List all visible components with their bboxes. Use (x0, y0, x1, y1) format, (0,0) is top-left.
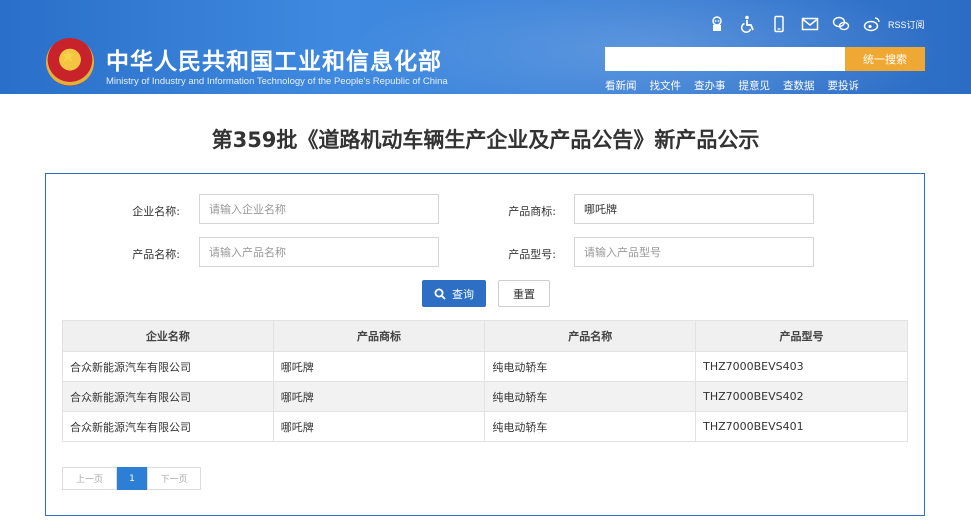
quick-link-feedback[interactable]: 提意见 (739, 78, 771, 93)
quick-link-data[interactable]: 查数据 (783, 78, 815, 93)
cell-brand: 哪吒牌 (272, 351, 486, 382)
accessibility-icon[interactable] (737, 14, 759, 34)
cell-product: 纯电动轿车 (484, 381, 697, 412)
table-row[interactable]: 合众新能源汽车有限公司 哪吒牌 纯电动轿车 THZ7000BEVS401 (62, 411, 908, 442)
product-name-label: 产品名称: (132, 248, 180, 261)
product-model-label: 产品型号: (508, 248, 556, 261)
page-title: 第359批《道路机动车辆生产企业及产品公告》新产品公示 (211, 128, 760, 152)
table-header-row: 企业名称 产品商标 产品名称 产品型号 (62, 320, 908, 352)
page-1-button[interactable]: 1 (117, 467, 147, 490)
cell-model: THZ7000BEVS403 (695, 351, 908, 382)
product-name-input[interactable]: 请输入产品名称 (199, 237, 439, 267)
query-button[interactable]: 查询 (422, 280, 486, 307)
column-header-company[interactable]: 企业名称 (62, 320, 274, 352)
company-name-label: 企业名称: (132, 205, 180, 218)
column-header-model[interactable]: 产品型号 (695, 320, 908, 352)
query-button-label: 查询 (452, 287, 474, 301)
company-name-input[interactable]: 请输入企业名称 (199, 194, 439, 224)
cell-brand: 哪吒牌 (272, 411, 486, 442)
wechat-icon[interactable] (830, 14, 852, 34)
quick-link-complaint[interactable]: 要投诉 (828, 78, 860, 93)
cell-product: 纯电动轿车 (484, 351, 697, 382)
quick-link-services[interactable]: 查办事 (694, 78, 726, 93)
national-emblem-icon[interactable]: ★ (46, 38, 94, 86)
site-header: ★ 中华人民共和国工业和信息化部 Ministry of Industry an… (0, 0, 971, 94)
product-model-input[interactable]: 请输入产品型号 (574, 237, 814, 267)
reset-button[interactable]: 重置 (498, 280, 550, 307)
column-header-product[interactable]: 产品名称 (484, 320, 697, 352)
quick-links: 看新闻 找文件 查办事 提意见 查数据 要投诉 (605, 78, 872, 93)
table-row[interactable]: 合众新能源汽车有限公司 哪吒牌 纯电动轿车 THZ7000BEVS403 (62, 351, 908, 382)
cell-brand: 哪吒牌 (272, 381, 486, 412)
cell-company: 合众新能源汽车有限公司 (62, 381, 274, 412)
next-page-button[interactable]: 下一页 (147, 467, 201, 490)
cell-company: 合众新能源汽车有限公司 (62, 351, 274, 382)
site-search-button[interactable]: 统一搜索 (845, 47, 925, 71)
search-icon (434, 288, 446, 300)
mobile-icon[interactable] (768, 14, 790, 34)
mail-icon[interactable] (799, 14, 821, 34)
results-table: 企业名称 产品商标 产品名称 产品型号 合众新能源汽车有限公司 哪吒牌 纯电动轿… (62, 320, 908, 442)
table-row[interactable]: 合众新能源汽车有限公司 哪吒牌 纯电动轿车 THZ7000BEVS402 (62, 381, 908, 412)
weibo-icon[interactable] (861, 14, 883, 34)
rss-subscribe-link[interactable]: RSS订阅 (888, 18, 925, 31)
cell-model: THZ7000BEVS402 (695, 381, 908, 412)
site-title[interactable]: 中华人民共和国工业和信息化部 (106, 42, 442, 76)
column-header-brand[interactable]: 产品商标 (272, 320, 486, 352)
quick-link-news[interactable]: 看新闻 (605, 78, 637, 93)
cell-product: 纯电动轿车 (484, 411, 697, 442)
prev-page-button[interactable]: 上一页 (62, 467, 117, 490)
brand-input[interactable]: 哪吒牌 (574, 194, 814, 224)
site-search-input[interactable] (605, 47, 845, 71)
quick-link-files[interactable]: 找文件 (650, 78, 682, 93)
pagination: 上一页 1 下一页 (62, 467, 201, 490)
query-panel: 企业名称: 请输入企业名称 产品商标: 哪吒牌 产品名称: 请输入产品名称 产品… (45, 173, 925, 516)
cell-company: 合众新能源汽车有限公司 (62, 411, 274, 442)
site-subtitle: Ministry of Industry and Information Tec… (106, 76, 448, 87)
cell-model: THZ7000BEVS401 (695, 411, 908, 442)
robot-icon[interactable] (706, 14, 728, 34)
header-toolbar: RSS订阅 (706, 14, 925, 34)
brand-label: 产品商标: (508, 205, 556, 218)
